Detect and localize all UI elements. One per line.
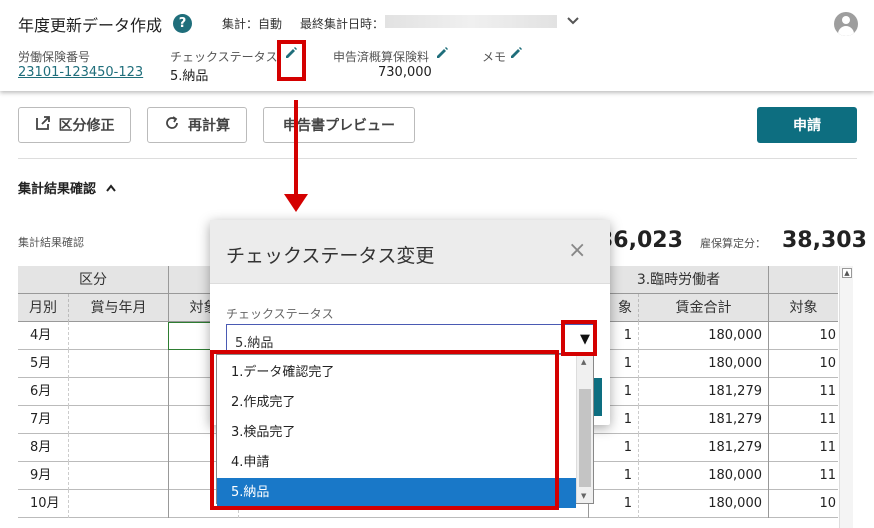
cell-wage-total: 181,279 — [638, 434, 768, 462]
chevron-down-icon[interactable] — [566, 14, 580, 30]
cell-wage-total: 180,000 — [638, 462, 768, 490]
scroll-thumb[interactable] — [579, 389, 591, 487]
last-aggregated-value-redacted — [385, 15, 557, 28]
edit-memo-pencil-icon[interactable] — [509, 46, 523, 64]
cell-month: 7月 — [30, 412, 52, 427]
annotation-arrow-head — [284, 194, 308, 212]
last-aggregated-label: 最終集計日時： — [300, 17, 385, 31]
cell-target-2: 11 — [768, 406, 838, 434]
refresh-icon — [164, 115, 180, 135]
header-wage-total: 賃金合計 — [638, 294, 768, 322]
classify-edit-label: 区分修正 — [58, 118, 115, 134]
cell-wage-total: 180,000 — [638, 322, 768, 350]
stat-label-2: 雇保算定分： — [700, 237, 766, 250]
close-icon[interactable]: × — [568, 240, 586, 262]
cell-bonus-month[interactable] — [68, 490, 168, 518]
cell-count: 1 — [588, 490, 638, 518]
section-sub-label: 集計結果確認 — [18, 236, 84, 249]
classify-edit-button[interactable]: 区分修正 — [18, 107, 131, 143]
page-header: 年度更新データ作成 ? 集計：自動 最終集計日時： 労働保険番号 23101-1… — [0, 0, 874, 91]
highlight-box-options — [210, 350, 559, 510]
preview-button[interactable]: 申告書プレビュー — [263, 107, 415, 143]
scroll-up-icon[interactable]: ▲ — [581, 358, 586, 366]
header-bonus-month: 賞与年月 — [68, 294, 168, 322]
cell-bonus-month[interactable] — [68, 462, 168, 490]
cell-wage-total: 180,000 — [638, 350, 768, 378]
cell-month: 6月 — [30, 384, 52, 399]
options-scrollbar[interactable]: ▲ ▼ — [576, 355, 593, 503]
cell-bonus-month[interactable] — [68, 322, 168, 350]
cell-count: 1 — [588, 462, 638, 490]
cell-wage-total: 180,000 — [638, 490, 768, 518]
cell-wage-total: 181,279 — [638, 406, 768, 434]
annotation-arrow — [294, 100, 298, 196]
cell-bonus-month[interactable] — [68, 406, 168, 434]
declared-premium-label: 申告済概算保険料 — [333, 50, 430, 64]
cell-target-2: 11 — [768, 434, 838, 462]
memo-label: メモ — [482, 50, 507, 64]
cell-target-2: 11 — [768, 462, 838, 490]
cell-wage-total: 181,279 — [638, 378, 768, 406]
labor-insurance-number-link[interactable]: 23101-123450-123 — [18, 65, 143, 80]
cell-target-2: 10 — [768, 490, 838, 518]
table-scrollbar[interactable]: ▲ — [839, 266, 853, 528]
scroll-down-icon[interactable]: ▼ — [581, 492, 586, 500]
user-avatar-icon[interactable] — [834, 12, 858, 36]
preview-label: 申告書プレビュー — [283, 118, 395, 134]
dialog-title: チェックステータス変更 — [226, 245, 435, 267]
recalculate-label: 再計算 — [188, 118, 230, 134]
cell-bonus-month[interactable] — [68, 378, 168, 406]
aggregation-mode: 集計：自動 — [222, 17, 283, 31]
stat-value-1: 36,023 — [598, 228, 683, 253]
page-title: 年度更新データ作成 — [18, 16, 163, 35]
check-status-value: 5.納品 — [170, 69, 209, 84]
dialog-header: チェックステータス変更 × — [210, 220, 610, 284]
scroll-up-icon[interactable]: ▲ — [842, 268, 852, 278]
check-status-label: チェックステータス — [170, 50, 278, 64]
apply-button[interactable]: 申請 — [757, 107, 857, 143]
stat-value-2: 38,303 — [782, 228, 867, 253]
cell-count: 1 — [588, 434, 638, 462]
cell-target-2: 10 — [768, 322, 838, 350]
header-group-division: 区分 — [79, 272, 107, 288]
declared-premium-value: 730,000 — [378, 65, 432, 80]
cell-month: 9月 — [30, 468, 52, 483]
cell-month: 10月 — [30, 496, 60, 511]
header-target-2: 対象 — [768, 294, 838, 322]
header-month: 月別 — [29, 300, 57, 316]
cell-target-2: 10 — [768, 350, 838, 378]
open-external-icon — [35, 115, 51, 135]
header-temp-workers: 3.臨時労働者 — [588, 266, 768, 294]
select-current-value: 5.納品 — [235, 336, 274, 351]
dialog-field-label: チェックステータス — [226, 307, 334, 321]
cell-month: 5月 — [30, 356, 52, 371]
help-icon[interactable]: ? — [173, 14, 192, 33]
cell-bonus-month[interactable] — [68, 350, 168, 378]
cell-month: 8月 — [30, 440, 52, 455]
divider — [18, 158, 857, 159]
cell-bonus-month[interactable] — [68, 434, 168, 462]
edit-premium-pencil-icon[interactable] — [435, 46, 449, 64]
section-title[interactable]: 集計結果確認 — [18, 178, 117, 197]
recalculate-button[interactable]: 再計算 — [147, 107, 247, 143]
highlight-box-pencil — [277, 40, 306, 81]
cell-month: 4月 — [30, 328, 52, 343]
cell-target-2: 11 — [768, 378, 838, 406]
highlight-box-dropdown-arrow — [561, 320, 597, 356]
chevron-up-icon — [105, 184, 116, 192]
labor-insurance-label: 労働保険番号 — [18, 50, 91, 64]
